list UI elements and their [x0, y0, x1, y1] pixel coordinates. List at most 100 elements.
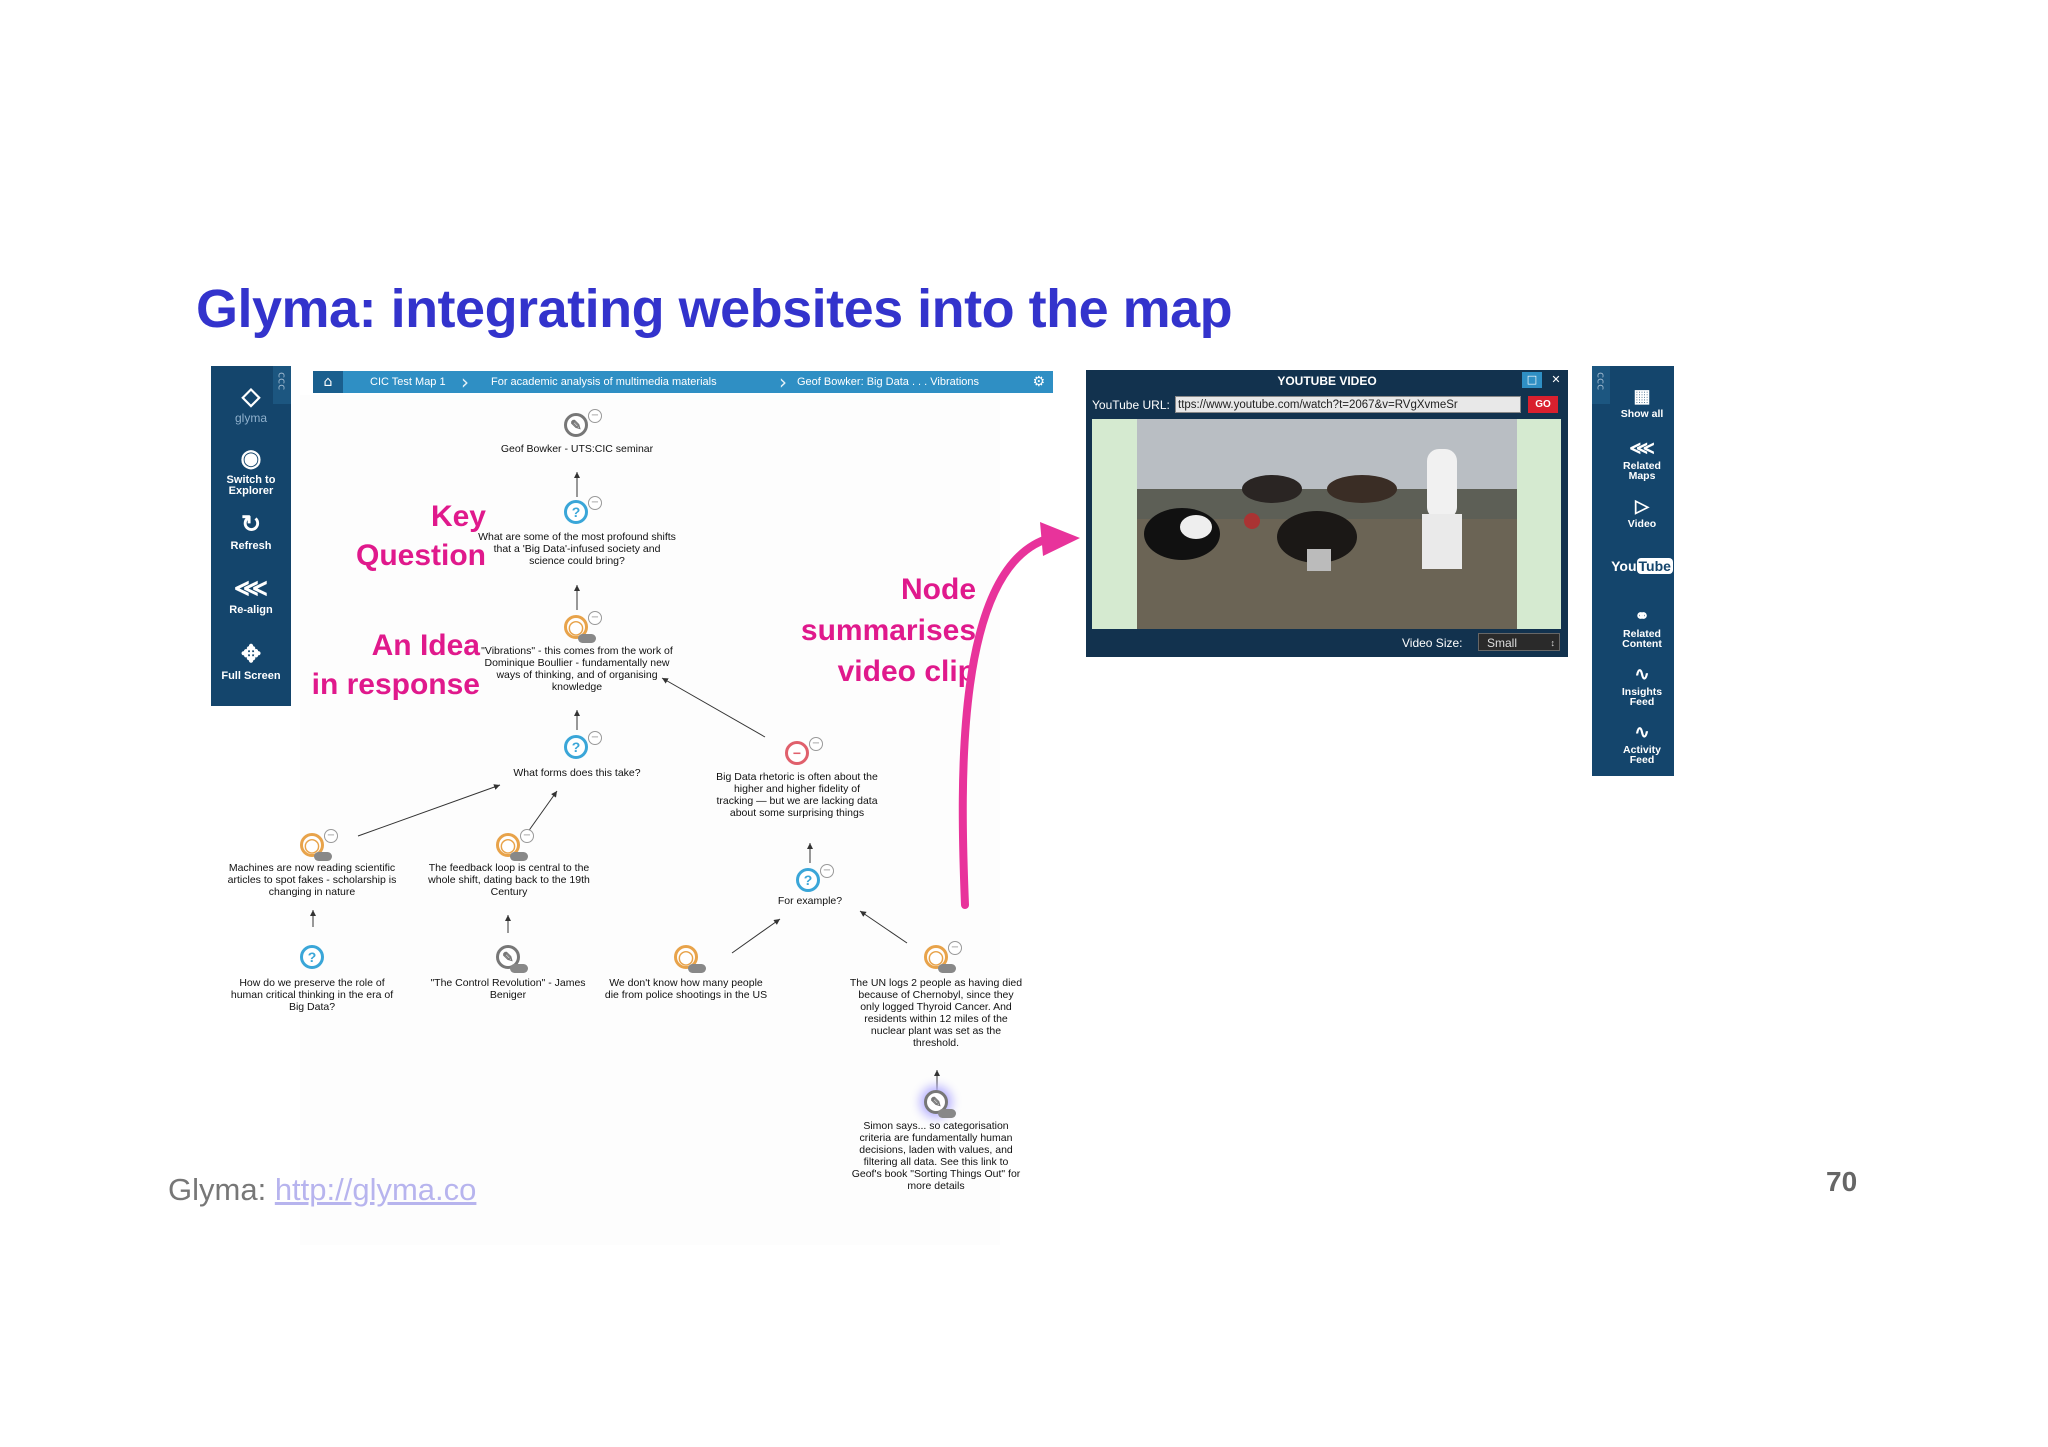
video-icon: ▷ — [1635, 496, 1649, 516]
footer: Glyma: http://glyma.co — [168, 1172, 476, 1208]
video-size-value: Small — [1487, 636, 1518, 650]
refresh-label: Refresh — [230, 540, 272, 552]
video-button[interactable]: ▷ Video — [1610, 496, 1674, 529]
question-node-icon[interactable]: ? — [564, 735, 588, 759]
video-badge-icon[interactable] — [578, 634, 596, 643]
annotation-line: An Idea — [371, 629, 480, 662]
collapse-icon[interactable]: − — [948, 941, 962, 955]
collapse-icon[interactable]: − — [588, 496, 602, 510]
diamond-logo-icon: ◇ — [241, 383, 261, 410]
home-button[interactable]: ⌂ — [313, 371, 343, 393]
video-size-select[interactable]: Small ↕ — [1478, 633, 1560, 651]
switch-to-explorer-button[interactable]: ◉ Switch to Explorer — [211, 446, 291, 497]
switch-to-explorer-label: Switch to Explorer — [226, 474, 276, 497]
share-icon: ⋘ — [233, 575, 269, 602]
node-root-text: Geof Bowker - UTS:CIC seminar — [500, 443, 654, 455]
annotation-key-question: Key Question — [330, 497, 486, 575]
annotation-idea: An Idea in response — [300, 626, 480, 704]
related-content-label: Related Content — [1622, 628, 1662, 650]
toolbar-grip[interactable]: ccc — [1592, 366, 1610, 404]
full-screen-button[interactable]: ✥ Full Screen — [211, 642, 291, 682]
left-toolbar: ccc ◇ glyma ◉ Switch to Explorer ↻ Refre… — [211, 366, 291, 706]
youtube-url-input[interactable]: ttps://www.youtube.com/watch?t=2067&v=RV… — [1175, 396, 1521, 413]
activity-feed-button[interactable]: ∿ Activity Feed — [1610, 722, 1674, 765]
breadcrumb-item[interactable]: For academic analysis of multimedia mate… — [491, 371, 717, 393]
insights-feed-button[interactable]: ∿ Insights Feed — [1610, 664, 1674, 707]
node-key-question-text: What are some of the most profound shift… — [478, 531, 676, 567]
node-control-text: "The Control Revolution" - James Beniger — [430, 977, 586, 1001]
note-node-icon[interactable]: ✎ — [564, 413, 588, 437]
video-player[interactable] — [1092, 419, 1561, 629]
video-frame — [1092, 419, 1561, 629]
footer-label: Glyma: — [168, 1172, 267, 1207]
node-idea-machines-text: Machines are now reading scientific arti… — [227, 862, 397, 898]
fullscreen-icon: ✥ — [240, 641, 262, 668]
realign-button[interactable]: ⋘ Re-align — [211, 576, 291, 616]
close-icon[interactable]: ✕ — [1546, 372, 1566, 388]
show-all-button[interactable]: ▦ Show all — [1610, 386, 1674, 419]
glyma-logo: ◇ glyma — [211, 384, 291, 425]
con-node-icon[interactable]: − — [785, 741, 809, 765]
paperclip-icon: ⚭ — [1634, 606, 1650, 626]
node-idea-feedback-text: The feedback loop is central to the whol… — [428, 862, 590, 898]
breadcrumb-item[interactable]: CIC Test Map 1 — [370, 371, 446, 393]
video-size-label: Video Size: — [1402, 636, 1463, 650]
collapse-icon[interactable]: − — [809, 737, 823, 751]
question-node-icon[interactable]: ? — [564, 500, 588, 524]
rss-icon: ∿ — [1634, 722, 1650, 742]
annotation-line: Question — [355, 539, 486, 572]
node-forms-text: What forms does this take? — [513, 767, 641, 779]
chevron-right-icon: › — [779, 370, 787, 394]
video-badge-icon[interactable] — [510, 852, 528, 861]
annotation-line: Key — [430, 500, 486, 533]
collapse-icon[interactable]: − — [820, 864, 834, 878]
full-screen-label: Full Screen — [221, 670, 281, 682]
collapse-icon[interactable]: − — [324, 829, 338, 843]
share-icon: ⋘ — [1629, 438, 1655, 458]
collapse-icon[interactable]: − — [588, 611, 602, 625]
activity-feed-label: Activity Feed — [1623, 744, 1661, 766]
question-node-icon[interactable]: ? — [300, 945, 324, 969]
insights-feed-label: Insights Feed — [1621, 686, 1663, 708]
go-button[interactable]: GO — [1528, 396, 1558, 413]
right-toolbar: ccc ▦ Show all ⋘ Related Maps ▷ Video Yo… — [1592, 366, 1674, 776]
page-number: 70 — [1826, 1166, 1858, 1197]
video-badge-icon[interactable] — [688, 964, 706, 973]
rss-icon: ∿ — [1634, 664, 1650, 684]
node-example-text: For example? — [777, 895, 843, 907]
related-maps-button[interactable]: ⋘ Related Maps — [1610, 438, 1674, 481]
youtube-panel-title: YOUTUBE VIDEO — [1277, 374, 1377, 388]
node-con-rhetoric-text: Big Data rhetoric is often about the hig… — [716, 771, 878, 819]
footer-link[interactable]: http://glyma.co — [275, 1172, 477, 1207]
gear-icon[interactable]: ⚙ — [1032, 371, 1045, 393]
node-simon-text: Simon says... so categorisation criteria… — [851, 1120, 1021, 1192]
video-badge-icon[interactable] — [510, 964, 528, 973]
eye-icon: ◉ — [240, 445, 262, 472]
slide-title: Glyma: integrating websites into the map — [196, 279, 1233, 339]
grid-icon: ▦ — [1633, 386, 1651, 406]
logo-text: glyma — [234, 411, 267, 425]
video-badge-icon[interactable] — [314, 852, 332, 861]
show-all-label: Show all — [1620, 408, 1664, 420]
popout-icon[interactable]: □ — [1522, 372, 1542, 388]
node-preserve-text: How do we preserve the role of human cri… — [230, 977, 394, 1013]
video-badge-icon[interactable] — [938, 964, 956, 973]
video-badge-icon[interactable] — [938, 1109, 956, 1118]
youtube-button[interactable]: You Tube — [1610, 558, 1674, 574]
youtube-icon: You Tube — [1611, 558, 1673, 574]
home-icon: ⌂ — [323, 374, 333, 390]
collapse-icon[interactable]: − — [588, 409, 602, 423]
related-content-button[interactable]: ⚭ Related Content — [1610, 606, 1674, 649]
chevron-right-icon: › — [461, 370, 469, 394]
related-maps-label: Related Maps — [1623, 460, 1661, 482]
question-node-icon[interactable]: ? — [796, 868, 820, 892]
node-idea-police-text: We don't know how many people die from p… — [604, 977, 768, 1001]
breadcrumb: ⌂ CIC Test Map 1 › For academic analysis… — [313, 371, 1053, 393]
youtube-panel: YOUTUBE VIDEO □ ✕ YouTube URL: ttps://ww… — [1086, 370, 1568, 657]
collapse-icon[interactable]: − — [520, 829, 534, 843]
updown-icon: ↕ — [1550, 638, 1556, 648]
annotation-line: in response — [311, 668, 480, 701]
refresh-button[interactable]: ↻ Refresh — [211, 512, 291, 552]
breadcrumb-item[interactable]: Geof Bowker: Big Data . . . Vibrations — [797, 371, 979, 393]
collapse-icon[interactable]: − — [588, 731, 602, 745]
